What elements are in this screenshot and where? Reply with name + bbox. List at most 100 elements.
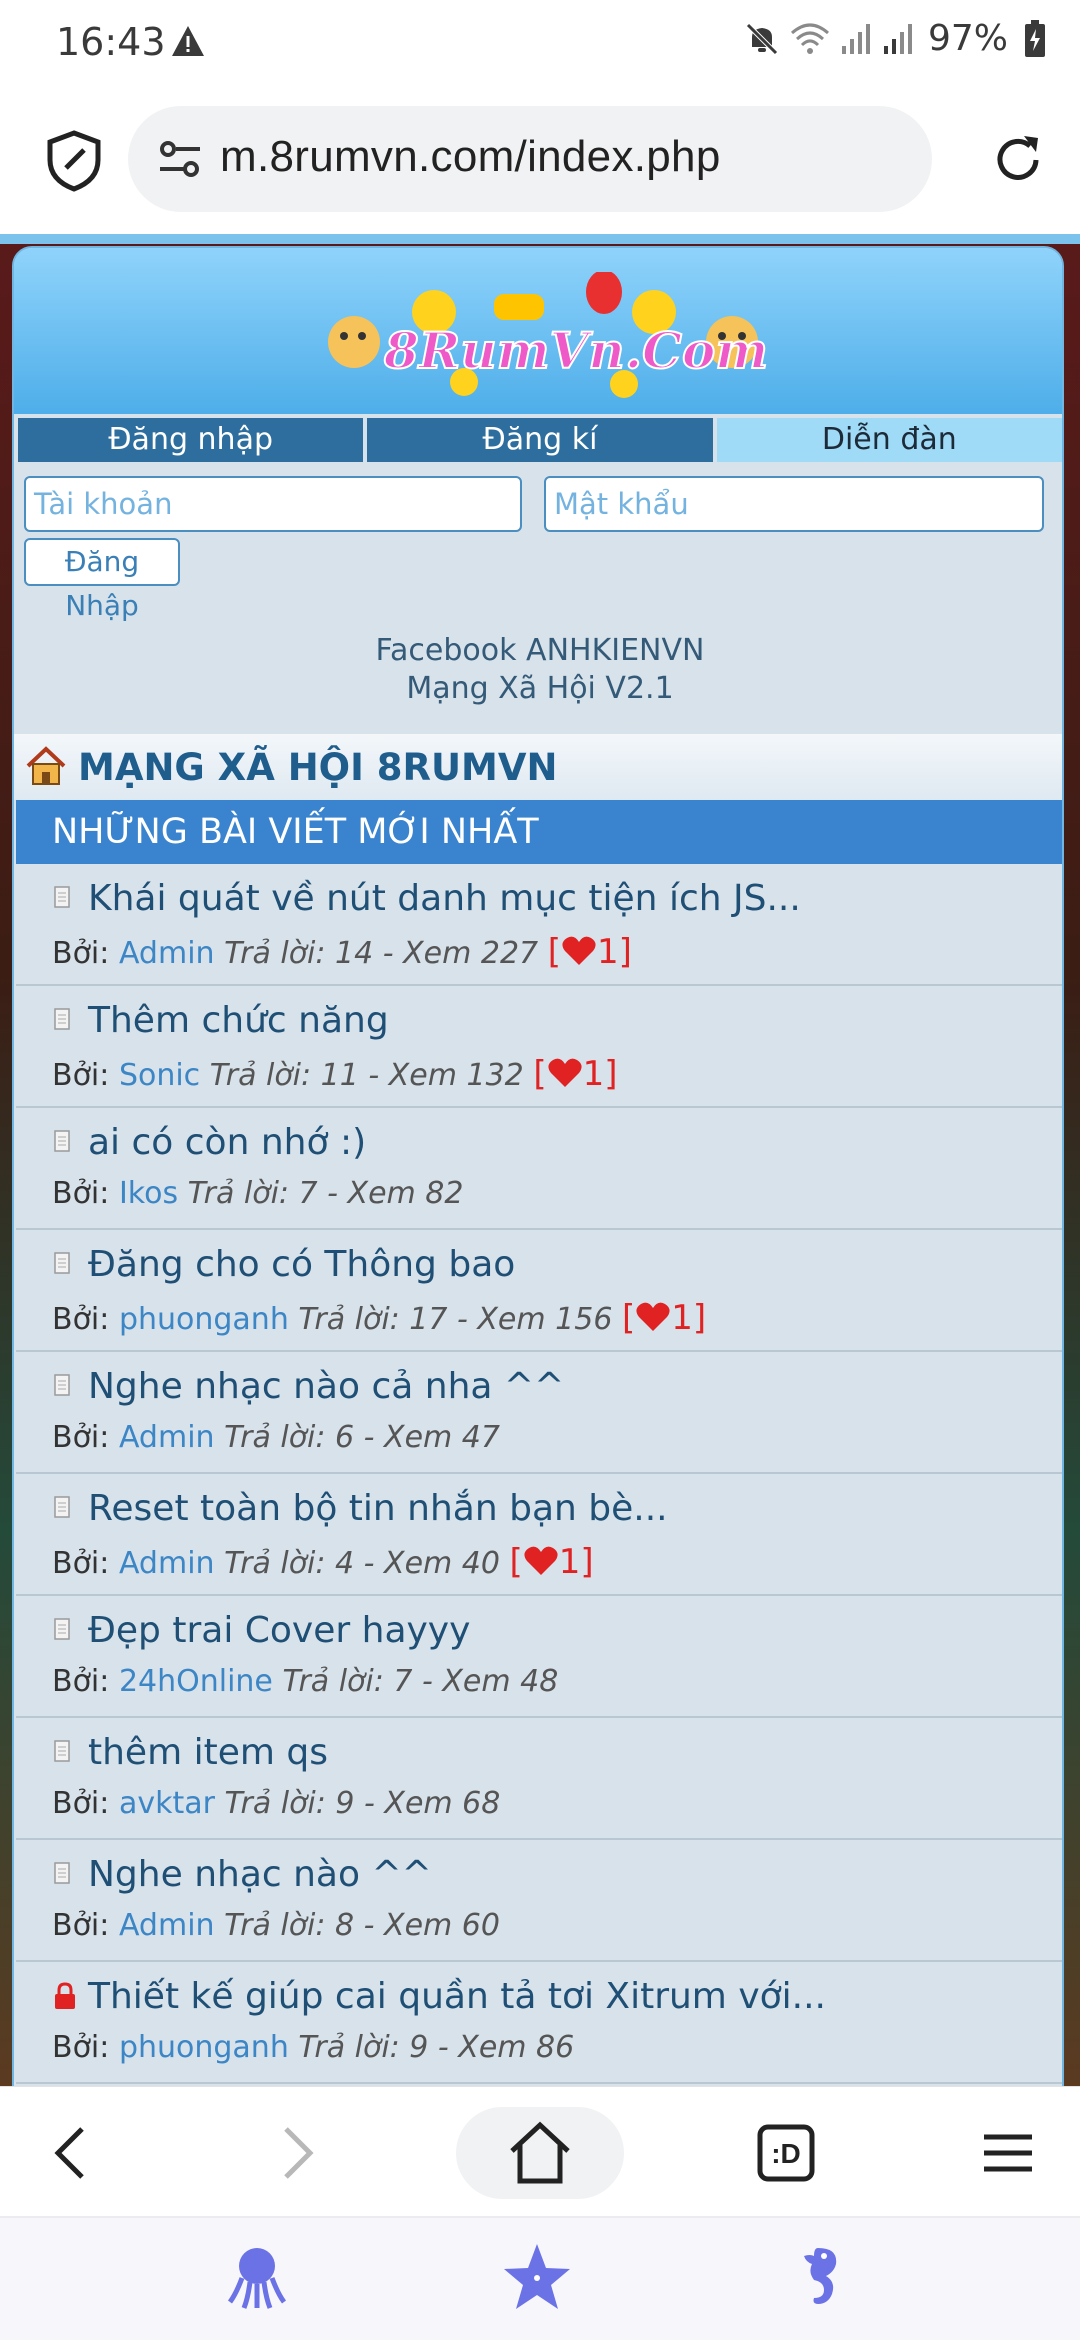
back-icon[interactable] [34, 2115, 110, 2191]
post-author[interactable]: avktar [119, 1786, 215, 1821]
post-item[interactable]: ai có còn nhớ :) Bởi: Ikos Trả lời: 7 - X… [16, 1108, 1062, 1230]
post-stats: Trả lời: 14 - Xem 227 [224, 936, 539, 971]
tabs-button[interactable]: :D [748, 2115, 824, 2191]
starfish-icon[interactable] [502, 2242, 572, 2312]
login-button[interactable]: Đăng Nhập [24, 538, 180, 622]
home-icon [510, 2121, 570, 2184]
url-field[interactable]: m.8rumvn.com/index.php [128, 106, 932, 212]
document-icon [54, 886, 70, 908]
post-title[interactable]: Đăng cho có Thông bao [88, 1244, 515, 1285]
post-item[interactable]: Thiết kế giúp cai quần tả tơi Xitrum với… [16, 1962, 1062, 2084]
post-author[interactable]: Sonic [119, 1058, 200, 1093]
post-item[interactable]: Nghe nhạc nào ^^ Bởi: Admin Trả lời: 8 - … [16, 1840, 1062, 1962]
post-title[interactable]: Thiết kế giúp cai quần tả tơi Xitrum với… [88, 1976, 826, 2017]
post-author[interactable]: Admin [119, 1420, 215, 1455]
url-text[interactable]: m.8rumvn.com/index.php [220, 132, 721, 182]
post-title[interactable]: Khái quát về nút danh mục tiện ích JS... [88, 878, 801, 919]
post-title[interactable]: Nghe nhạc nào ^^ [88, 1854, 432, 1895]
tab-login[interactable]: Đăng nhập [18, 418, 364, 462]
post-item[interactable]: thêm item qs Bởi: avktar Trả lời: 9 - Xem… [16, 1718, 1062, 1840]
site-settings-icon[interactable] [158, 138, 202, 180]
status-icons: 97% [744, 18, 1046, 59]
post-by-label: Bởi: [52, 1546, 110, 1581]
octopus-icon[interactable] [222, 2242, 292, 2312]
post-meta: Bởi: Sonic Trả lời: 11 - Xem 132 [1] [52, 1054, 617, 1094]
shield-icon[interactable] [46, 130, 102, 192]
status-bar: 16:43 97% [0, 0, 1080, 88]
heart-icon [636, 1302, 670, 1331]
post-stats: Trả lời: 17 - Xem 156 [298, 1302, 613, 1337]
post-author[interactable]: Admin [119, 936, 215, 971]
menu-icon[interactable] [970, 2115, 1046, 2191]
post-stats: Trả lời: 11 - Xem 132 [209, 1058, 524, 1093]
post-by-label: Bởi: [52, 1176, 110, 1211]
wifi-icon [790, 23, 829, 54]
post-title[interactable]: Thêm chức năng [88, 1000, 389, 1041]
post-list: Khái quát về nút danh mục tiện ích JS...… [16, 864, 1062, 2084]
likes-badge[interactable]: [1] [510, 1542, 594, 1582]
post-item[interactable]: Reset toàn bộ tin nhắn bạn bè... Bởi: Adm… [16, 1474, 1062, 1596]
post-by-label: Bởi: [52, 1786, 110, 1821]
likes-badge[interactable]: [1] [622, 1298, 706, 1338]
site-version: Mạng Xã Hội V2.1 [406, 671, 674, 706]
site-info: Facebook ANHKIENVN Mạng Xã Hội V2.1 [14, 632, 1062, 708]
post-item[interactable]: Thêm chức năng Bởi: Sonic Trả lời: 11 - X… [16, 986, 1062, 1108]
status-time: 16:43 [56, 20, 166, 64]
svg-text:8RumVn.Com: 8RumVn.Com [383, 321, 768, 380]
site-tabs: Đăng nhập Đăng kí Diễn đàn [18, 418, 1062, 462]
post-meta: Bởi: phuonganh Trả lời: 9 - Xem 86 [52, 2030, 574, 2065]
site-logo[interactable]: 8RumVn.Com [314, 272, 774, 412]
post-author[interactable]: 24hOnline [119, 1664, 273, 1699]
post-item[interactable]: Khái quát về nút danh mục tiện ích JS...… [16, 864, 1062, 986]
post-meta: Bởi: 24hOnline Trả lời: 7 - Xem 48 [52, 1664, 558, 1699]
likes-badge[interactable]: [1] [533, 1054, 617, 1094]
document-icon [54, 1252, 70, 1274]
tab-register[interactable]: Đăng kí [367, 418, 713, 462]
warning-icon [172, 26, 204, 56]
post-title[interactable]: ai có còn nhớ :) [88, 1122, 366, 1163]
browser-toolbar: :D [0, 2086, 1080, 2216]
post-author[interactable]: phuonganh [119, 2030, 289, 2065]
post-by-label: Bởi: [52, 1908, 110, 1943]
reload-icon[interactable] [990, 132, 1046, 188]
facebook-link[interactable]: Facebook ANHKIENVN [14, 632, 1062, 670]
svg-text::D: :D [771, 2138, 801, 2169]
post-title[interactable]: Nghe nhạc nào cả nha ^^ [88, 1366, 564, 1407]
post-by-label: Bởi: [52, 1664, 110, 1699]
seahorse-icon[interactable] [788, 2242, 858, 2312]
post-author[interactable]: Admin [119, 1546, 215, 1581]
post-meta: Bởi: avktar Trả lời: 9 - Xem 68 [52, 1786, 500, 1821]
tab-forum[interactable]: Diễn đàn [716, 418, 1062, 462]
site-banner: 8RumVn.Com [14, 248, 1062, 414]
document-icon [54, 1740, 70, 1762]
forward-icon[interactable] [258, 2115, 334, 2191]
forum-card: 8RumVn.Com Đăng nhập Đăng kí Diễn đàn Tà… [12, 246, 1064, 2086]
latest-posts-header: NHỮNG BÀI VIẾT MỚI NHẤT [16, 800, 1062, 864]
site-title-bar: MẠNG XÃ HỘI 8RUMVN [14, 734, 1062, 800]
post-title[interactable]: Reset toàn bộ tin nhắn bạn bè... [88, 1488, 668, 1529]
post-meta: Bởi: Admin Trả lời: 4 - Xem 40 [1] [52, 1542, 594, 1582]
post-stats: Trả lời: 7 - Xem 82 [187, 1176, 464, 1211]
home-button[interactable] [456, 2107, 624, 2199]
post-stats: Trả lời: 9 - Xem 68 [224, 1786, 501, 1821]
post-meta: Bởi: phuonganh Trả lời: 17 - Xem 156 [1] [52, 1298, 706, 1338]
post-item[interactable]: Đăng cho có Thông bao Bởi: phuonganh Trả … [16, 1230, 1062, 1352]
post-title[interactable]: Đẹp trai Cover hayyy [88, 1610, 470, 1651]
post-item[interactable]: Nghe nhạc nào cả nha ^^ Bởi: Admin Trả lờ… [16, 1352, 1062, 1474]
likes-badge[interactable]: [1] [548, 932, 632, 972]
post-author[interactable]: Ikos [119, 1176, 178, 1211]
username-input[interactable]: Tài khoản [24, 476, 522, 532]
post-author[interactable]: Admin [119, 1908, 215, 1943]
post-by-label: Bởi: [52, 2030, 110, 2065]
document-icon [54, 1008, 70, 1030]
post-by-label: Bởi: [52, 1420, 110, 1455]
document-icon [54, 1496, 70, 1518]
post-title[interactable]: thêm item qs [88, 1732, 328, 1773]
tabs-icon: :D [757, 2124, 815, 2182]
signal-icon-1 [841, 23, 870, 54]
post-stats: Trả lời: 8 - Xem 60 [224, 1908, 500, 1943]
post-item[interactable]: Đẹp trai Cover hayyy Bởi: 24hOnline Trả l… [16, 1596, 1062, 1718]
password-input[interactable]: Mật khẩu [544, 476, 1044, 532]
battery-icon [1025, 19, 1045, 57]
post-author[interactable]: phuonganh [119, 1302, 289, 1337]
